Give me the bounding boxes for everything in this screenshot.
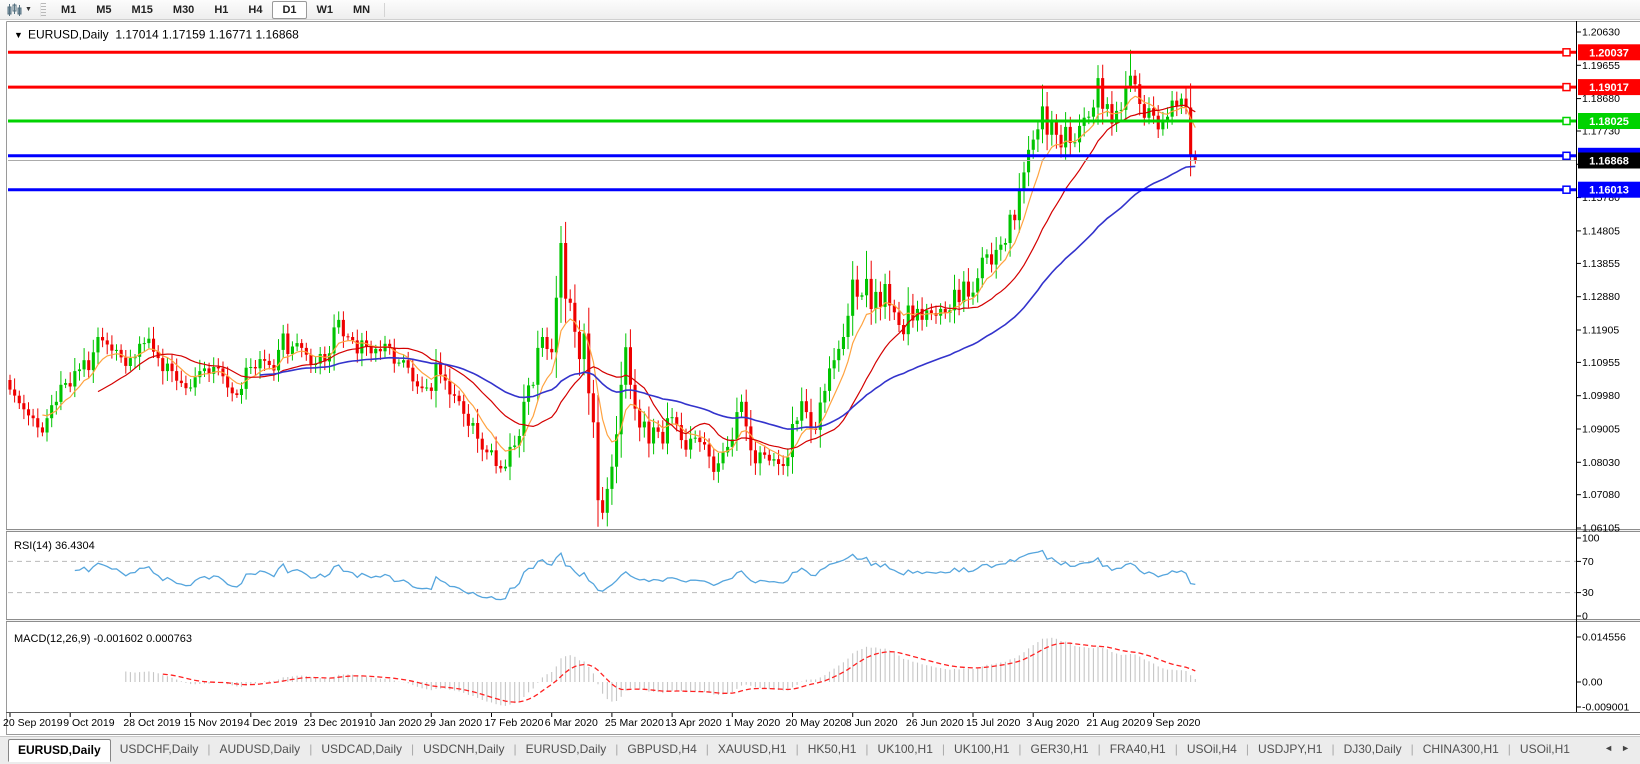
chart-tab-eurusd-daily[interactable]: EURUSD,Daily bbox=[517, 739, 616, 760]
svg-text:1.19017: 1.19017 bbox=[1589, 82, 1629, 94]
timeframe-toolbar: ▼ M1 M5 M15 M30 H1 H4 D1 W1 MN bbox=[0, 0, 1640, 20]
toolbar-grip[interactable] bbox=[39, 2, 46, 17]
date-axis-label: 20 May 2020 bbox=[786, 717, 847, 729]
date-axis-label: 9 Oct 2019 bbox=[63, 717, 115, 729]
macd-axis-label: -0.009001 bbox=[1582, 702, 1629, 714]
date-axis-label: 29 Jan 2020 bbox=[424, 717, 482, 729]
price-axis-label: 1.07080 bbox=[1582, 489, 1620, 501]
chart-tab-gbpusd-h4[interactable]: GBPUSD,H4 bbox=[618, 739, 705, 760]
price-axis-label: 1.12880 bbox=[1582, 291, 1620, 303]
price-axis-label: 1.13855 bbox=[1582, 258, 1620, 270]
date-axis-label: 15 Nov 2019 bbox=[184, 717, 244, 729]
timeframe-button-h1[interactable]: H1 bbox=[204, 1, 238, 19]
chart-title: EURUSD,Daily 1.17014 1.17159 1.16771 1.1… bbox=[28, 28, 299, 42]
svg-text:1.16013: 1.16013 bbox=[1589, 185, 1629, 197]
chart-tab-usdjpy-h1[interactable]: USDJPY,H1 bbox=[1249, 739, 1331, 760]
price-chart-canvas[interactable]: 1.206301.196551.186801.177301.167551.157… bbox=[0, 20, 1640, 736]
rsi-axis-label: 100 bbox=[1582, 533, 1600, 545]
price-axis-label: 1.20630 bbox=[1582, 27, 1620, 39]
timeframe-button-m1[interactable]: M1 bbox=[51, 1, 86, 19]
date-axis-label: 9 Sep 2020 bbox=[1147, 717, 1201, 729]
price-axis-label: 1.08030 bbox=[1582, 457, 1620, 469]
chart-tab-usoil-h4[interactable]: USOil,H4 bbox=[1178, 739, 1246, 760]
timeframe-button-h4[interactable]: H4 bbox=[238, 1, 272, 19]
chart-tab-hk50-h1[interactable]: HK50,H1 bbox=[799, 739, 866, 760]
date-axis-label: 6 Mar 2020 bbox=[545, 717, 598, 729]
date-axis-label: 4 Dec 2019 bbox=[244, 717, 298, 729]
timeframe-button-m5[interactable]: M5 bbox=[86, 1, 121, 19]
chart-tab-usdcad-daily[interactable]: USDCAD,Daily bbox=[312, 739, 411, 760]
hline-handle[interactable] bbox=[1562, 82, 1571, 92]
svg-text:1.18025: 1.18025 bbox=[1589, 116, 1629, 128]
toolbar-separator bbox=[384, 2, 386, 17]
date-axis-label: 10 Jan 2020 bbox=[364, 717, 422, 729]
chart-tab-usdchf-daily[interactable]: USDCHF,Daily bbox=[111, 739, 208, 760]
svg-text:1.16868: 1.16868 bbox=[1589, 156, 1629, 168]
tabs-scroll-right-icon[interactable]: ► bbox=[1621, 743, 1630, 753]
timeframe-button-mn[interactable]: MN bbox=[343, 1, 380, 19]
date-axis-label: 1 May 2020 bbox=[725, 717, 780, 729]
date-axis-label: 25 Mar 2020 bbox=[605, 717, 664, 729]
chart-tab-china300-h1[interactable]: CHINA300,H1 bbox=[1414, 739, 1508, 760]
svg-text:1.20037: 1.20037 bbox=[1589, 47, 1629, 59]
chart-tab-bar: EURUSD,Daily USDCHF,Daily | AUDUSD,Daily | US… bbox=[0, 736, 1640, 764]
price-axis-label: 1.09980 bbox=[1582, 390, 1620, 402]
chart-tab-uk100-h1[interactable]: UK100,H1 bbox=[945, 739, 1018, 760]
macd-label: MACD(12,26,9) -0.001602 0.000763 bbox=[14, 633, 192, 645]
price-axis-label: 1.10955 bbox=[1582, 357, 1620, 369]
date-axis-label: 15 Jul 2020 bbox=[966, 717, 1020, 729]
date-axis-label: 8 Jun 2020 bbox=[846, 717, 898, 729]
price-axis-label: 1.09005 bbox=[1582, 424, 1620, 436]
chart-tab-usdcnh-daily[interactable]: USDCNH,Daily bbox=[414, 739, 513, 760]
chart-tab-uk100-h1[interactable]: UK100,H1 bbox=[869, 739, 942, 760]
chart-tab-dj30-daily[interactable]: DJ30,Daily bbox=[1335, 739, 1411, 760]
rsi-axis-label: 70 bbox=[1582, 556, 1594, 568]
candlestick-chart-icon bbox=[7, 3, 22, 16]
chart-type-button[interactable]: ▼ bbox=[4, 2, 35, 18]
hline-handle[interactable] bbox=[1562, 185, 1571, 194]
date-axis-label: 26 Jun 2020 bbox=[906, 717, 964, 729]
timeframe-button-m30[interactable]: M30 bbox=[163, 1, 204, 19]
rsi-axis-label: 30 bbox=[1582, 587, 1594, 599]
date-axis-label: 13 Apr 2020 bbox=[665, 717, 722, 729]
date-axis-label: 21 Aug 2020 bbox=[1086, 717, 1145, 729]
hline-handle[interactable] bbox=[1562, 48, 1571, 57]
timeframe-button-w1[interactable]: W1 bbox=[307, 1, 344, 19]
macd-axis-label: 0.014556 bbox=[1582, 632, 1626, 644]
date-axis-label: 23 Dec 2019 bbox=[304, 717, 364, 729]
chart-window[interactable]: 1.206301.196551.186801.177301.167551.157… bbox=[0, 20, 1640, 736]
date-axis-label: 17 Feb 2020 bbox=[485, 717, 544, 729]
price-axis-label: 1.19655 bbox=[1582, 60, 1620, 72]
timeframe-button-m15[interactable]: M15 bbox=[122, 1, 163, 19]
chart-tab-audusd-daily[interactable]: AUDUSD,Daily bbox=[211, 739, 310, 760]
price-axis-label: 1.11905 bbox=[1582, 325, 1619, 337]
window-menu-caret-icon[interactable]: ▼ bbox=[14, 30, 23, 40]
rsi-axis-label: 0 bbox=[1582, 611, 1588, 623]
date-axis-label: 20 Sep 2019 bbox=[3, 717, 63, 729]
date-axis-label: 3 Aug 2020 bbox=[1026, 717, 1079, 729]
macd-axis-label: 0.00 bbox=[1582, 677, 1603, 689]
hline-handle[interactable] bbox=[1562, 116, 1571, 126]
rsi-label: RSI(14) 36.4304 bbox=[14, 540, 95, 552]
hline-handle[interactable] bbox=[1562, 151, 1571, 161]
chart-tab-xauusd-h1[interactable]: XAUUSD,H1 bbox=[709, 739, 796, 760]
date-axis-label: 28 Oct 2019 bbox=[123, 717, 180, 729]
chart-tab-ger30-h1[interactable]: GER30,H1 bbox=[1022, 739, 1098, 760]
chart-tab-eurusd-daily[interactable]: EURUSD,Daily bbox=[8, 739, 111, 762]
chevron-down-icon[interactable]: ▼ bbox=[25, 6, 32, 13]
timeframe-button-d1[interactable]: D1 bbox=[272, 0, 307, 19]
chart-tab-usoil-h1[interactable]: USOil,H1 bbox=[1511, 739, 1579, 760]
price-axis-label: 1.14805 bbox=[1582, 225, 1620, 237]
chart-tab-fra40-h1[interactable]: FRA40,H1 bbox=[1101, 739, 1175, 760]
tabs-scroll-left-icon[interactable]: ◄ bbox=[1604, 743, 1613, 753]
